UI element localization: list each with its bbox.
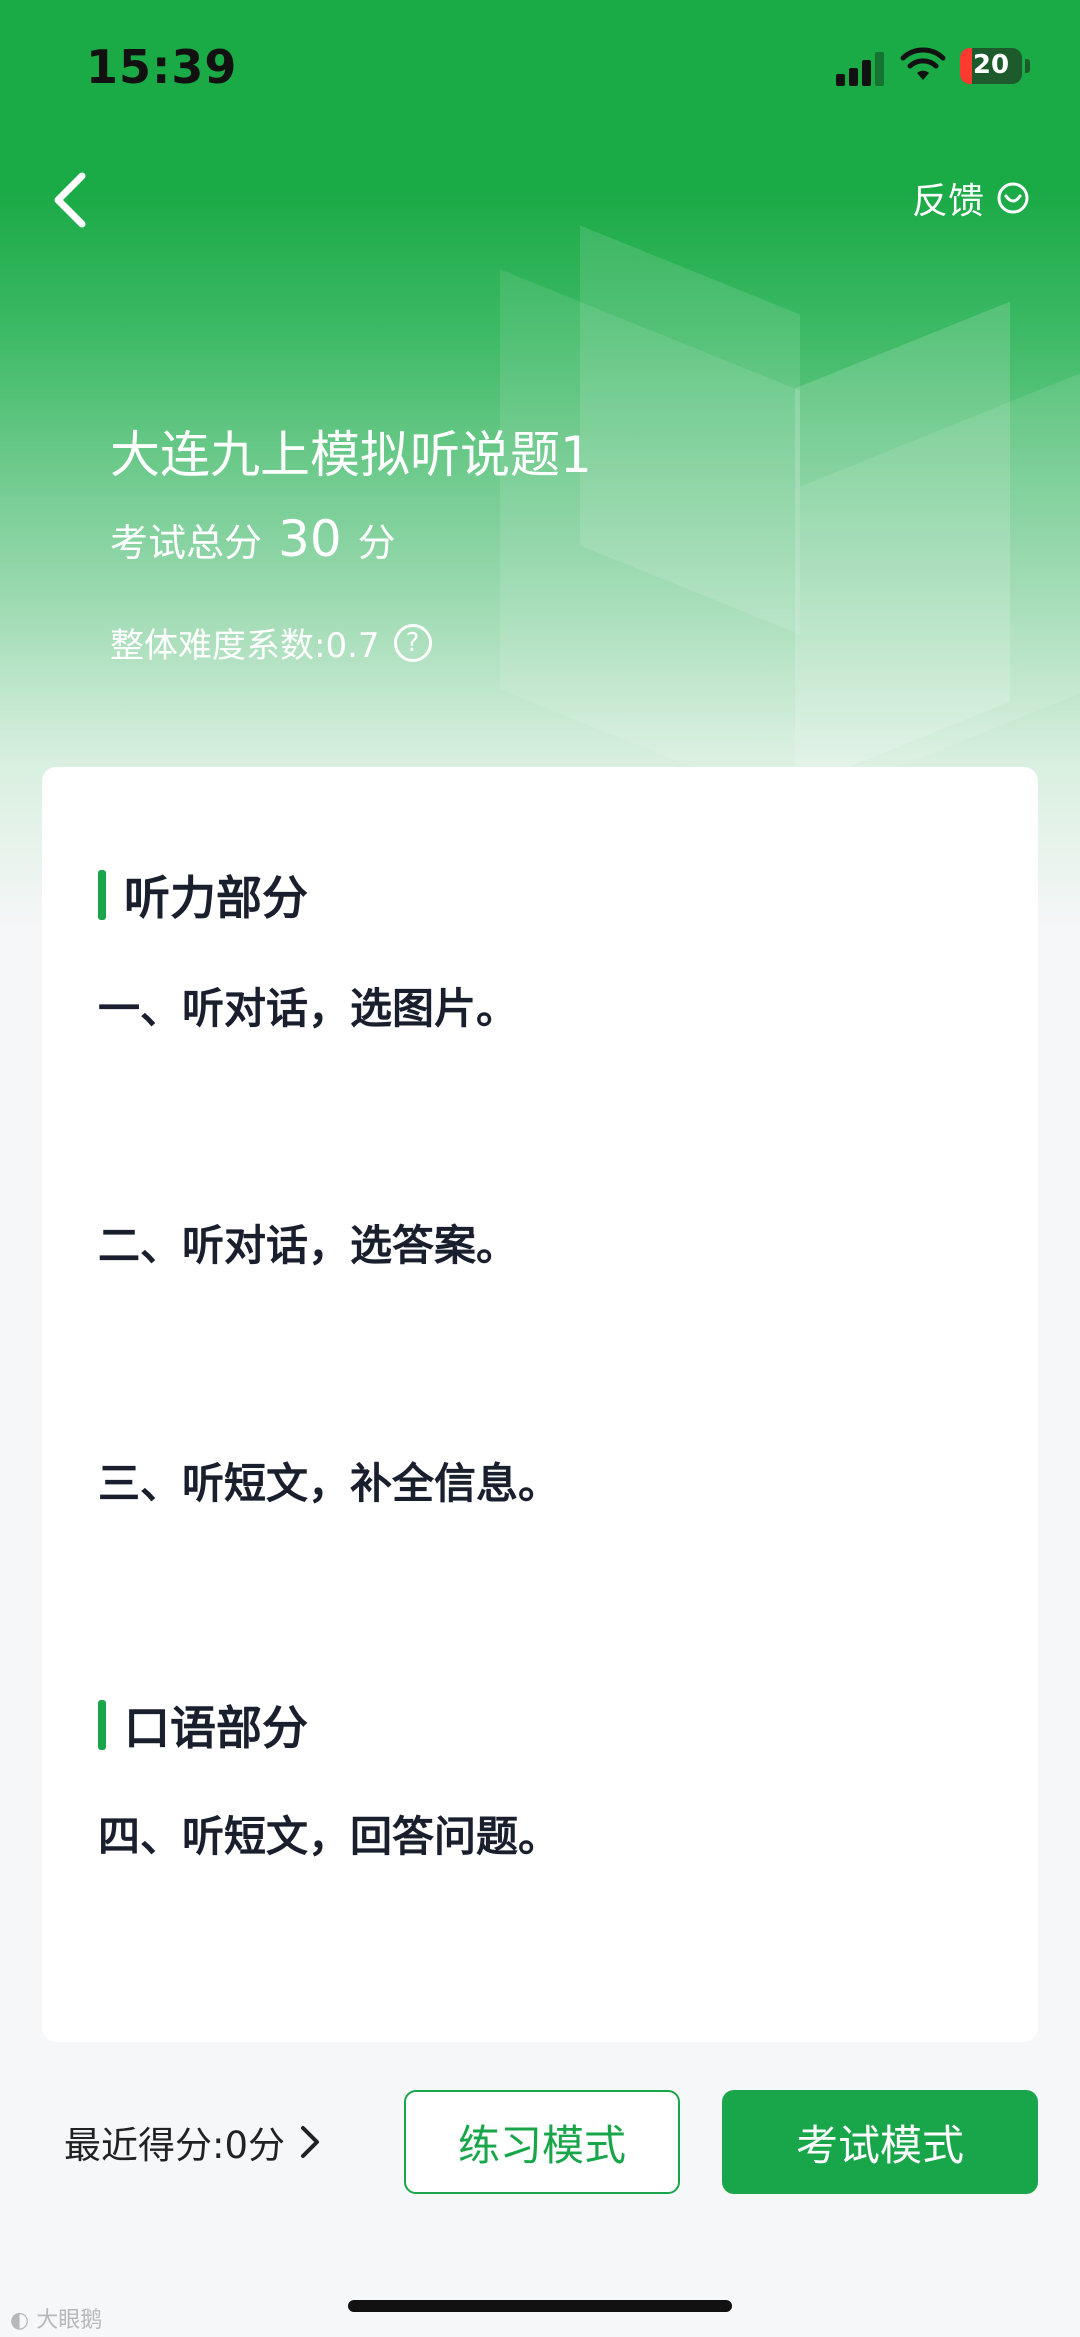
- difficulty-row: 整体难度系数:0.7 ?: [110, 618, 432, 667]
- status-time: 15:39: [86, 40, 238, 94]
- section-heading-speaking: 口语部分: [98, 1692, 308, 1758]
- section-card: 听力部分 一、听对话，选图片。 二、听对话，选答案。 三、听短文，补全信息。 口…: [42, 767, 1038, 2042]
- accent-bar: [98, 1700, 106, 1750]
- home-indicator[interactable]: [348, 2300, 732, 2312]
- practice-mode-button[interactable]: 练习模式: [404, 2090, 680, 2194]
- total-score: 考试总分 30 分: [110, 510, 396, 568]
- back-button[interactable]: [40, 165, 100, 235]
- battery-level: 20: [972, 50, 1010, 80]
- section-heading-label: 口语部分: [124, 1701, 308, 1755]
- score-prefix: 考试总分: [110, 521, 263, 565]
- list-item[interactable]: 一、听对话，选图片。: [98, 975, 518, 1036]
- difficulty-label: 整体难度系数:0.7: [110, 626, 380, 666]
- score-value: 30: [278, 510, 342, 568]
- chevron-right-icon: [301, 2126, 320, 2158]
- battery-icon: 20: [960, 48, 1022, 84]
- accent-bar: [98, 870, 106, 920]
- feedback-button[interactable]: 反馈: [912, 172, 1030, 224]
- chevron-left-icon: [54, 172, 86, 228]
- cellular-signal-icon: [836, 50, 886, 86]
- page-title: 大连九上模拟听说题1: [110, 426, 592, 484]
- section-heading-label: 听力部分: [124, 871, 308, 925]
- exam-mode-button[interactable]: 考试模式: [722, 2090, 1038, 2194]
- smile-circle-icon: [997, 182, 1029, 214]
- list-item[interactable]: 三、听短文，补全信息。: [98, 1450, 560, 1511]
- list-item[interactable]: 二、听对话，选答案。: [98, 1212, 518, 1273]
- question-circle-icon[interactable]: ?: [393, 623, 432, 662]
- section-heading-listening: 听力部分: [98, 862, 308, 928]
- score-suffix: 分: [357, 521, 396, 565]
- recent-score-link[interactable]: 最近得分:0分: [64, 2115, 321, 2169]
- recent-score-label: 最近得分:0分: [64, 2124, 286, 2167]
- wifi-icon: [900, 47, 946, 80]
- list-item[interactable]: 四、听短文，回答问题。: [98, 1803, 560, 1864]
- feedback-label: 反馈: [911, 181, 984, 222]
- battery-cap: [1025, 59, 1030, 73]
- watermark-logo: ◐ 大眼鹅: [10, 2308, 103, 2333]
